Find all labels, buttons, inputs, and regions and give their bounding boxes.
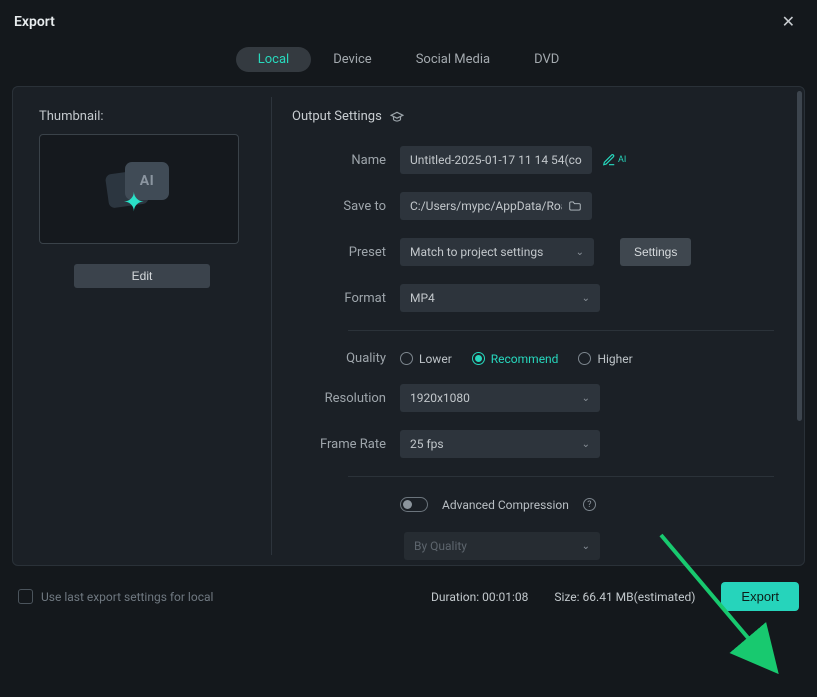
name-field[interactable]: Untitled-2025-01-17 11 14 54(copy) bbox=[400, 146, 592, 174]
chevron-down-icon: ⌄ bbox=[582, 541, 590, 552]
preset-settings-button[interactable]: Settings bbox=[620, 238, 691, 266]
scrollbar[interactable] bbox=[797, 91, 802, 421]
tab-dvd[interactable]: DVD bbox=[512, 47, 581, 72]
sparkle-icon: ✦ bbox=[123, 188, 145, 218]
name-label: Name bbox=[292, 153, 400, 168]
thumbnail-graphic: AI ✦ bbox=[103, 162, 175, 216]
framerate-label: Frame Rate bbox=[292, 437, 400, 452]
dialog-title: Export bbox=[14, 14, 55, 30]
preset-label: Preset bbox=[292, 245, 400, 260]
chevron-down-icon: ⌄ bbox=[582, 439, 590, 450]
compression-mode-select: By Quality ⌄ bbox=[404, 532, 600, 560]
advanced-compression-label: Advanced Compression bbox=[442, 498, 569, 512]
edit-thumbnail-button[interactable]: Edit bbox=[74, 264, 210, 288]
quality-radio-recommend[interactable]: Recommend bbox=[472, 352, 559, 366]
saveto-field[interactable]: C:/Users/mypc/AppData/Roar bbox=[400, 192, 592, 220]
size-readout: Size: 66.41 MB(estimated) bbox=[554, 590, 695, 604]
quality-radio-higher[interactable]: Higher bbox=[578, 352, 632, 366]
tab-social-media[interactable]: Social Media bbox=[394, 47, 512, 72]
tab-device[interactable]: Device bbox=[311, 47, 394, 72]
chevron-down-icon: ⌄ bbox=[582, 293, 590, 304]
chevron-down-icon: ⌄ bbox=[576, 247, 584, 258]
chevron-down-icon: ⌄ bbox=[582, 393, 590, 404]
format-label: Format bbox=[292, 291, 400, 306]
duration-readout: Duration: 00:01:08 bbox=[431, 590, 528, 604]
saveto-label: Save to bbox=[292, 199, 400, 214]
quality-label: Quality bbox=[292, 351, 400, 366]
format-select[interactable]: MP4 ⌄ bbox=[400, 284, 600, 312]
quality-radio-lower[interactable]: Lower bbox=[400, 352, 452, 366]
thumbnail-preview[interactable]: AI ✦ bbox=[39, 134, 239, 244]
tab-local[interactable]: Local bbox=[236, 47, 311, 72]
framerate-select[interactable]: 25 fps ⌄ bbox=[400, 430, 600, 458]
help-icon[interactable]: ? bbox=[583, 498, 596, 511]
resolution-select[interactable]: 1920x1080 ⌄ bbox=[400, 384, 600, 412]
thumbnail-label: Thumbnail: bbox=[39, 109, 245, 124]
graduation-icon bbox=[390, 110, 404, 124]
section-divider bbox=[348, 476, 774, 477]
use-last-settings-checkbox[interactable] bbox=[18, 589, 33, 604]
export-tabs: Local Device Social Media DVD bbox=[0, 43, 817, 86]
preset-select[interactable]: Match to project settings ⌄ bbox=[400, 238, 594, 266]
close-icon[interactable]: ✕ bbox=[774, 10, 803, 33]
ai-rename-icon[interactable]: AI bbox=[602, 153, 626, 167]
resolution-label: Resolution bbox=[292, 391, 400, 406]
folder-icon[interactable] bbox=[568, 199, 582, 213]
use-last-settings-label: Use last export settings for local bbox=[41, 590, 213, 604]
section-divider bbox=[348, 330, 774, 331]
advanced-compression-toggle[interactable] bbox=[400, 497, 428, 512]
output-settings-header: Output Settings bbox=[292, 109, 382, 124]
export-button[interactable]: Export bbox=[721, 582, 799, 611]
